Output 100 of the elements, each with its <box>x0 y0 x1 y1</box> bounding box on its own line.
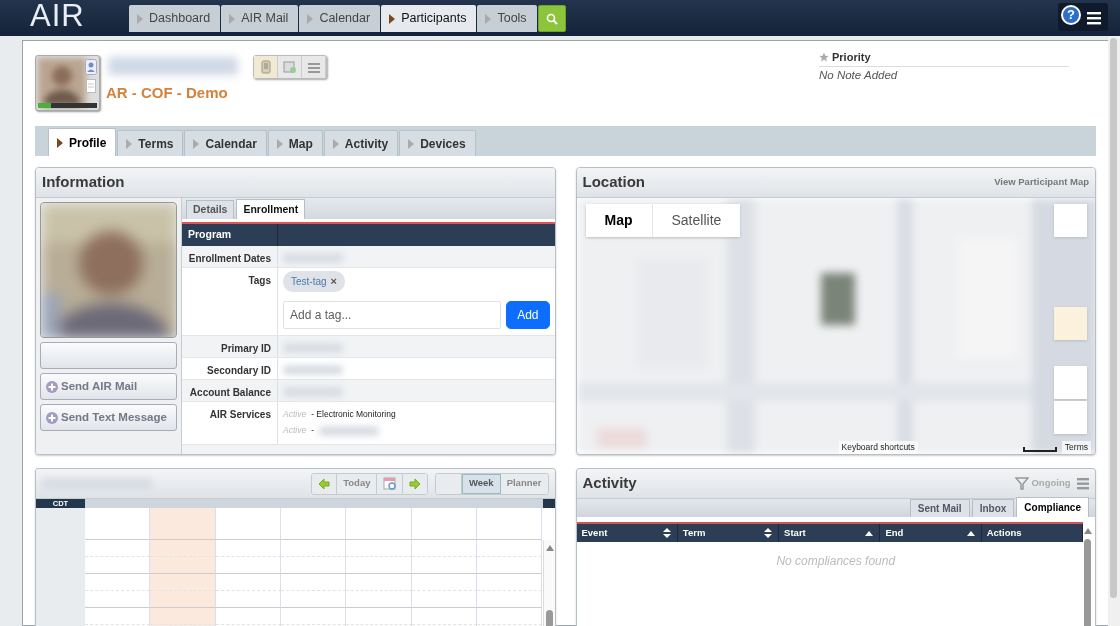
nav-tab[interactable]: Participants <box>381 5 477 32</box>
action-button[interactable]: Send AIR Mail <box>40 373 177 400</box>
calendar-cell[interactable] <box>150 540 216 557</box>
calendar-cell[interactable] <box>150 574 216 591</box>
calendar-cell[interactable] <box>215 540 282 557</box>
status-text: Active <box>283 424 307 438</box>
search-icon <box>545 12 558 25</box>
calendar-cell[interactable] <box>215 591 282 608</box>
profile-tab[interactable]: Profile <box>48 128 117 156</box>
column-header[interactable]: Term <box>677 524 780 542</box>
calendar-cell[interactable] <box>411 591 478 608</box>
calendar-cell[interactable] <box>150 608 216 625</box>
profile-tab[interactable]: Terms <box>117 130 184 156</box>
panel-title: Activity <box>582 473 637 494</box>
column-header[interactable]: Event <box>576 524 678 542</box>
view-button[interactable] <box>436 473 462 494</box>
scrollbar-thumb[interactable] <box>1084 539 1091 626</box>
calendar-cell[interactable] <box>411 608 478 625</box>
field-label: AIR Services <box>208 407 272 422</box>
calendar-cell[interactable] <box>281 574 347 591</box>
calendar-cell[interactable] <box>346 591 412 608</box>
calendar-cell[interactable] <box>411 540 478 557</box>
calendar-cell[interactable] <box>411 574 478 591</box>
calendar-cell[interactable] <box>215 557 282 574</box>
info-tab[interactable]: Enrollment <box>236 199 306 219</box>
calendar-cell[interactable] <box>477 574 543 591</box>
next-button[interactable] <box>403 473 428 494</box>
map-control-button[interactable] <box>1054 366 1087 399</box>
remove-tag-button[interactable]: × <box>330 273 337 290</box>
map-link[interactable]: View Participant Map <box>994 175 1089 190</box>
action-button[interactable]: Send Text Message <box>40 404 177 431</box>
note-text: No Note Added <box>819 67 899 83</box>
info-tab[interactable]: Details <box>186 200 235 219</box>
triangle-icon <box>137 13 143 24</box>
profile-tab[interactable]: Calendar <box>184 130 267 156</box>
calendar-cell[interactable] <box>215 574 282 591</box>
scrollbar-thumb[interactable] <box>1110 38 1117 598</box>
triangle-icon <box>276 138 283 149</box>
column-header[interactable]: Start <box>779 524 881 542</box>
keyboard-shortcuts-link[interactable]: Keyboard shortcuts <box>838 441 918 454</box>
view-button[interactable]: Week <box>462 473 501 494</box>
calendar-cell[interactable] <box>346 557 412 574</box>
calendar-cell[interactable] <box>281 540 347 557</box>
date-picker-button[interactable] <box>377 473 404 494</box>
calendar-cell[interactable] <box>150 591 216 608</box>
service-name: - Electronic Monitoring <box>311 408 396 422</box>
calendar-cell[interactable] <box>477 540 543 557</box>
calendar-icon <box>383 477 397 490</box>
section-tab[interactable]: Inbox <box>971 499 1015 517</box>
calendar-cell[interactable] <box>346 574 412 591</box>
scrollbar-track[interactable] <box>542 540 555 626</box>
star-icon <box>819 52 829 63</box>
calendar-cell[interactable] <box>346 608 412 625</box>
right-arrow-icon <box>409 477 422 490</box>
status-text: Active <box>283 408 307 422</box>
map-control-button[interactable] <box>1054 307 1087 340</box>
section-tab[interactable]: Compliance <box>1016 497 1089 517</box>
map-control-button[interactable] <box>1054 401 1087 434</box>
calendar-cell[interactable] <box>477 608 543 625</box>
tag[interactable]: Test-tag × <box>283 271 345 292</box>
nav-tab[interactable]: Calendar <box>299 5 381 32</box>
column-header[interactable]: End <box>880 524 982 542</box>
search-button[interactable] <box>537 5 566 32</box>
terms-link[interactable]: Terms <box>1061 441 1091 454</box>
calendar-cell[interactable] <box>411 557 478 574</box>
triangle-icon <box>193 138 200 149</box>
participant-thumbnail[interactable] <box>35 55 100 111</box>
profile-tab[interactable]: Activity <box>323 130 399 156</box>
profile-tab[interactable]: Devices <box>399 130 476 156</box>
column-header[interactable]: Actions <box>981 524 1083 542</box>
calendar-cell[interactable] <box>477 591 543 608</box>
nav-tab[interactable]: Tools <box>477 5 537 32</box>
calendar-cell[interactable] <box>281 557 347 574</box>
toolbar-button[interactable] <box>302 56 326 78</box>
calendar-cell[interactable] <box>477 557 543 574</box>
tag-input[interactable]: Add a tag... <box>283 300 502 329</box>
help-button[interactable]: ? <box>1061 5 1081 25</box>
section-tab[interactable]: Sent Mail <box>909 499 970 517</box>
nav-tab[interactable]: Dashboard <box>129 5 221 32</box>
nav-tab[interactable]: AIR Mail <box>221 5 299 32</box>
add-button[interactable]: Add <box>506 300 550 329</box>
profile-tab[interactable]: Map <box>267 130 323 156</box>
menu-icon <box>1077 478 1089 491</box>
scroll-up-icon[interactable] <box>544 544 555 552</box>
scroll-up-icon[interactable] <box>1083 527 1093 535</box>
calendar-cell[interactable] <box>346 540 412 557</box>
triangle-icon <box>332 138 339 149</box>
calendar-cell[interactable] <box>281 591 347 608</box>
toolbar-button[interactable] <box>278 56 302 78</box>
toolbar-button[interactable] <box>254 56 278 78</box>
field-label: Secondary ID <box>206 363 272 378</box>
calendar-cell[interactable] <box>281 608 347 625</box>
calendar-cell[interactable] <box>215 608 282 625</box>
map-control-button[interactable] <box>1054 204 1087 237</box>
map-type-button[interactable]: Map <box>585 204 652 237</box>
calendar-cell[interactable] <box>150 557 216 574</box>
blank-button[interactable] <box>40 342 177 369</box>
map-type-button[interactable]: Satellite <box>651 204 741 237</box>
blurred-value <box>283 364 343 375</box>
previous-button[interactable] <box>312 473 338 494</box>
